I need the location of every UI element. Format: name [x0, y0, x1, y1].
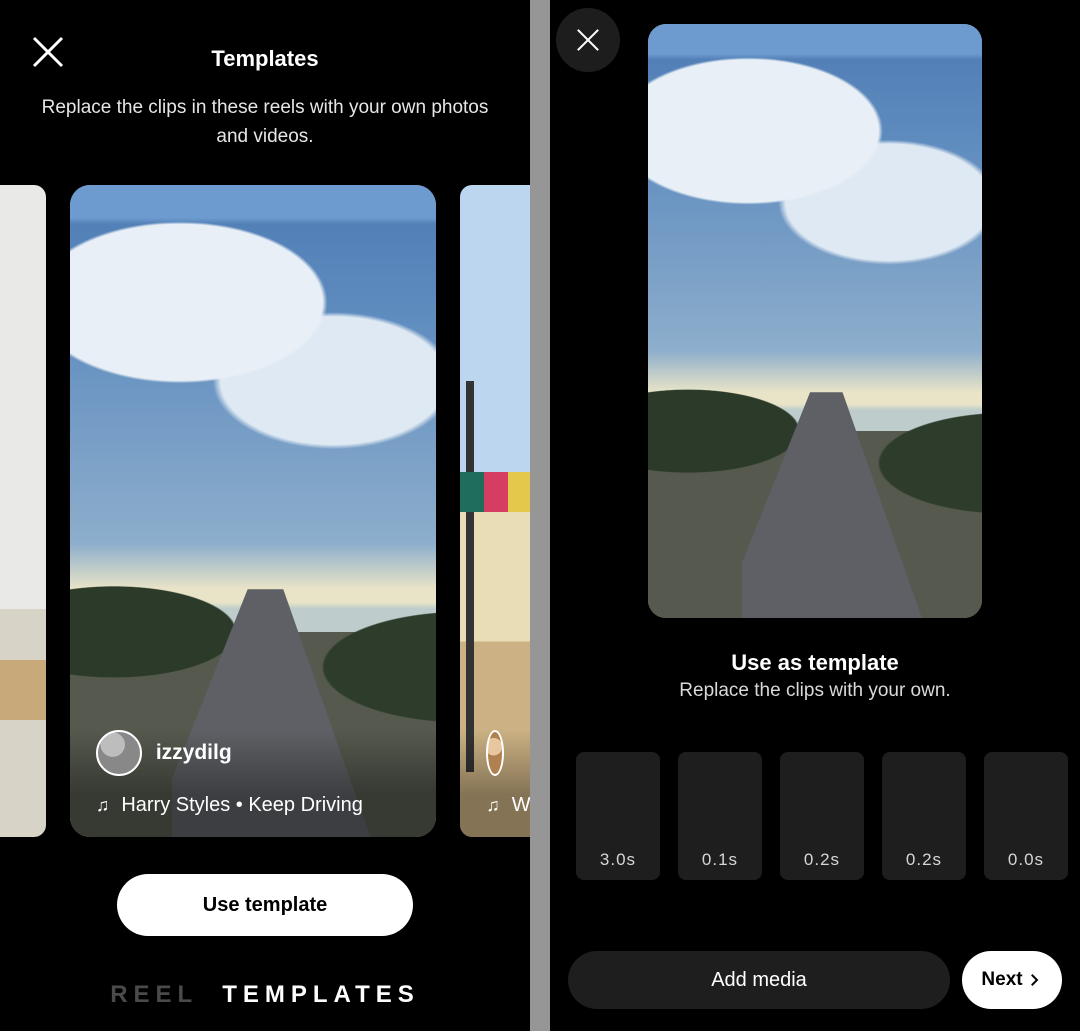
editor-title: Use as template	[550, 650, 1080, 676]
clip-duration: 0.2s	[780, 850, 864, 870]
template-card-overlay: ♫ W	[460, 730, 530, 837]
clip-slot[interactable]: 0.0s	[984, 752, 1068, 880]
template-thumbnail	[0, 185, 46, 837]
next-button[interactable]: Next	[962, 951, 1062, 1009]
clip-slot[interactable]: 3.0s	[576, 752, 660, 880]
tab-templates[interactable]: TEMPLATES	[222, 981, 420, 1009]
add-media-button[interactable]: Add media	[568, 951, 950, 1009]
clip-duration: 0.1s	[678, 850, 762, 870]
templates-browser-screen: Templates Replace the clips in these ree…	[0, 0, 530, 1031]
editor-subtitle: Replace the clips with your own.	[550, 680, 1080, 702]
template-card[interactable]: izzydilg ♫ Harry Styles • Keep Driving	[70, 185, 436, 837]
clip-slot[interactable]: 0.1s	[678, 752, 762, 880]
clip-slot[interactable]: 0.2s	[882, 752, 966, 880]
next-button-label: Next	[981, 969, 1022, 991]
template-card-next[interactable]: ♫ W	[460, 185, 530, 837]
mode-tabs: REEL TEMPLATES	[0, 981, 530, 1009]
music-note-icon: ♫	[96, 795, 110, 816]
page-subtitle: Replace the clips in these reels with yo…	[40, 94, 490, 151]
chevron-right-icon	[1025, 971, 1043, 989]
template-card-prev[interactable]	[0, 185, 46, 837]
close-button[interactable]	[556, 8, 620, 72]
screenshot-divider	[530, 0, 550, 1031]
clip-duration: 0.2s	[882, 850, 966, 870]
template-card-overlay: izzydilg ♫ Harry Styles • Keep Driving	[70, 730, 436, 837]
template-preview[interactable]	[648, 24, 982, 618]
clip-duration: 3.0s	[576, 850, 660, 870]
page-title: Templates	[0, 46, 530, 72]
author-avatar[interactable]	[486, 730, 504, 776]
use-template-button[interactable]: Use template	[117, 874, 413, 936]
clip-slot[interactable]: 0.2s	[780, 752, 864, 880]
clip-duration: 0.0s	[984, 850, 1068, 870]
template-preview-image	[648, 24, 982, 618]
music-label: Harry Styles • Keep Driving	[121, 794, 363, 817]
music-note-icon: ♫	[486, 795, 500, 816]
author-avatar[interactable]	[96, 730, 142, 776]
template-carousel[interactable]: izzydilg ♫ Harry Styles • Keep Driving ♫	[0, 185, 530, 840]
author-username: izzydilg	[156, 741, 232, 765]
clip-slot-row[interactable]: 3.0s 0.1s 0.2s 0.2s 0.0s	[576, 752, 1080, 880]
template-editor-screen: Use as template Replace the clips with y…	[550, 0, 1080, 1031]
close-icon	[571, 23, 605, 57]
tab-reel[interactable]: REEL	[110, 981, 198, 1009]
music-label: W	[512, 794, 530, 817]
